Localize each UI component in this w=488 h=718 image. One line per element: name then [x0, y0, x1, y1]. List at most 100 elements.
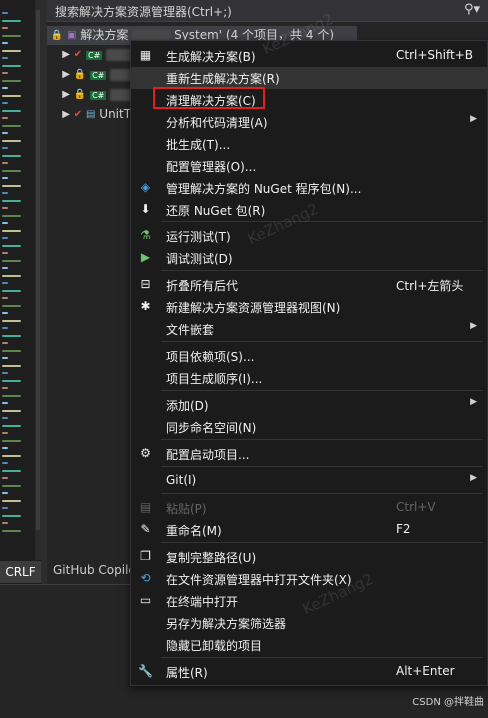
- code-line: [2, 372, 8, 374]
- restore-icon: ⬇: [140, 202, 151, 216]
- code-line: [2, 394, 21, 397]
- menu-item[interactable]: 同步命名空间(N): [131, 416, 487, 438]
- code-line: [2, 259, 21, 262]
- line-ending-indicator[interactable]: CRLF: [0, 561, 41, 583]
- search-icon[interactable]: ⚲▾: [464, 2, 480, 17]
- code-line: [2, 177, 8, 179]
- menu-item[interactable]: 分析和代码清理(A) ▶: [131, 111, 487, 133]
- code-line: [2, 417, 8, 419]
- flask-icon: ⚗: [140, 228, 151, 242]
- code-line: [2, 342, 8, 344]
- menu-item[interactable]: 重新生成解决方案(R): [131, 67, 487, 89]
- code-line: [2, 304, 21, 307]
- code-line: [2, 109, 21, 112]
- code-line: [2, 244, 21, 247]
- code-editor-minimap: [0, 0, 41, 560]
- chevron-right-icon[interactable]: ▶: [62, 45, 70, 64]
- code-line: [2, 289, 21, 292]
- menu-item-label: 分析和代码清理(A): [166, 116, 268, 130]
- code-line: [2, 207, 8, 209]
- code-line: [2, 57, 8, 59]
- code-line: [2, 42, 8, 44]
- code-line: [2, 357, 8, 359]
- menu-separator: [161, 341, 483, 342]
- solution-label: 解决方案: [80, 28, 129, 42]
- code-line: [2, 72, 8, 74]
- code-line: [2, 522, 8, 524]
- code-line: [2, 199, 21, 202]
- menu-item-shortcut: F2: [396, 522, 411, 536]
- menu-item[interactable]: ✱ 新建解决方案资源管理器视图(N): [131, 296, 487, 318]
- build-icon: ▦: [139, 48, 152, 62]
- code-line: [2, 252, 8, 254]
- chevron-right-icon[interactable]: ▶: [62, 65, 70, 84]
- code-line: [2, 492, 8, 494]
- menu-separator: [161, 493, 483, 494]
- code-line: [2, 484, 21, 487]
- code-line: [2, 12, 8, 14]
- menu-item[interactable]: ⟲ 在文件资源管理器中打开文件夹(X): [131, 568, 487, 590]
- menu-item[interactable]: 批生成(T)...: [131, 133, 487, 155]
- chevron-right-icon[interactable]: ▶: [62, 85, 70, 104]
- paste-icon: ▤: [139, 500, 152, 514]
- search-input[interactable]: 搜索解决方案资源管理器(Ctrl+;): [55, 3, 232, 20]
- menu-item[interactable]: ▦ 生成解决方案(B) Ctrl+Shift+B: [131, 45, 487, 67]
- rename-icon: ✎: [140, 522, 151, 536]
- submenu-arrow-icon: ▶: [470, 473, 477, 483]
- menu-item[interactable]: 配置管理器(O)...: [131, 155, 487, 177]
- code-line: [2, 379, 21, 382]
- code-line: [2, 117, 8, 119]
- lock-icon: 🔒: [73, 89, 87, 100]
- code-line: [2, 514, 21, 517]
- menu-item-label: 在终端中打开: [166, 595, 239, 609]
- menu-item[interactable]: ✎ 重命名(M) F2: [131, 519, 487, 541]
- check-icon: ✔: [73, 49, 83, 60]
- menu-item[interactable]: ❐ 复制完整路径(U): [131, 546, 487, 568]
- menu-item[interactable]: ⊟ 折叠所有后代 Ctrl+左箭头: [131, 274, 487, 296]
- menu-item[interactable]: 🔧 属性(R) Alt+Enter: [131, 661, 487, 683]
- menu-item-label: 还原 NuGet 包(R): [166, 204, 266, 218]
- menu-item[interactable]: 添加(D) ▶: [131, 394, 487, 416]
- code-line: [2, 499, 21, 502]
- code-line: [2, 94, 21, 97]
- code-line: [2, 432, 8, 434]
- menu-item[interactable]: ⚙ 配置启动项目...: [131, 443, 487, 465]
- submenu-arrow-icon: ▶: [470, 397, 477, 407]
- menu-item-label: 粘贴(P): [166, 502, 207, 516]
- menu-item[interactable]: ▶ 调试测试(D): [131, 247, 487, 269]
- copy-icon: ❐: [140, 549, 151, 563]
- menu-item[interactable]: Git(I) ▶: [131, 470, 487, 492]
- menu-item-label: 配置启动项目...: [166, 448, 250, 462]
- menu-item-label: Git(I): [166, 473, 197, 487]
- menu-item-label: 同步命名空间(N): [166, 421, 257, 435]
- menu-item[interactable]: ⚗ 运行测试(T): [131, 225, 487, 247]
- code-line: [2, 364, 21, 367]
- menu-item-label: 折叠所有后代: [166, 279, 239, 293]
- code-line: [2, 469, 21, 472]
- menu-item[interactable]: 文件嵌套 ▶: [131, 318, 487, 340]
- lock-icon: 🔒: [50, 30, 64, 41]
- csharp-project-icon: C#: [90, 91, 107, 100]
- menu-item-label: 属性(R): [166, 666, 208, 680]
- menu-item[interactable]: 项目依赖项(S)...: [131, 345, 487, 367]
- editor-scrollbar-thumb[interactable]: [36, 10, 40, 530]
- github-copilot-tab[interactable]: GitHub Copilo: [53, 563, 136, 577]
- menu-item[interactable]: 项目生成顺序(I)...: [131, 367, 487, 389]
- solution-explorer-search[interactable]: 搜索解决方案资源管理器(Ctrl+;) ⚲▾: [47, 0, 488, 22]
- code-line: [2, 147, 8, 149]
- menu-item-shortcut: Ctrl+左箭头: [396, 279, 464, 293]
- code-line: [2, 192, 8, 194]
- menu-item[interactable]: 隐藏已卸载的项目: [131, 634, 487, 656]
- code-line: [2, 124, 21, 127]
- test-project-icon: ▤: [86, 109, 96, 120]
- code-line: [2, 34, 21, 37]
- chevron-right-icon[interactable]: ▶: [62, 105, 70, 124]
- menu-item-shortcut: Ctrl+V: [396, 500, 436, 514]
- project-name: UnitT: [99, 107, 132, 121]
- tree-project-4[interactable]: ▶ ✔ ▤ UnitT: [47, 105, 131, 124]
- code-line: [2, 27, 8, 29]
- code-line: [2, 184, 21, 187]
- menu-separator: [161, 466, 483, 467]
- menu-item[interactable]: ◈ 管理解决方案的 NuGet 程序包(N)...: [131, 177, 487, 199]
- new-view-icon: ✱: [140, 299, 151, 313]
